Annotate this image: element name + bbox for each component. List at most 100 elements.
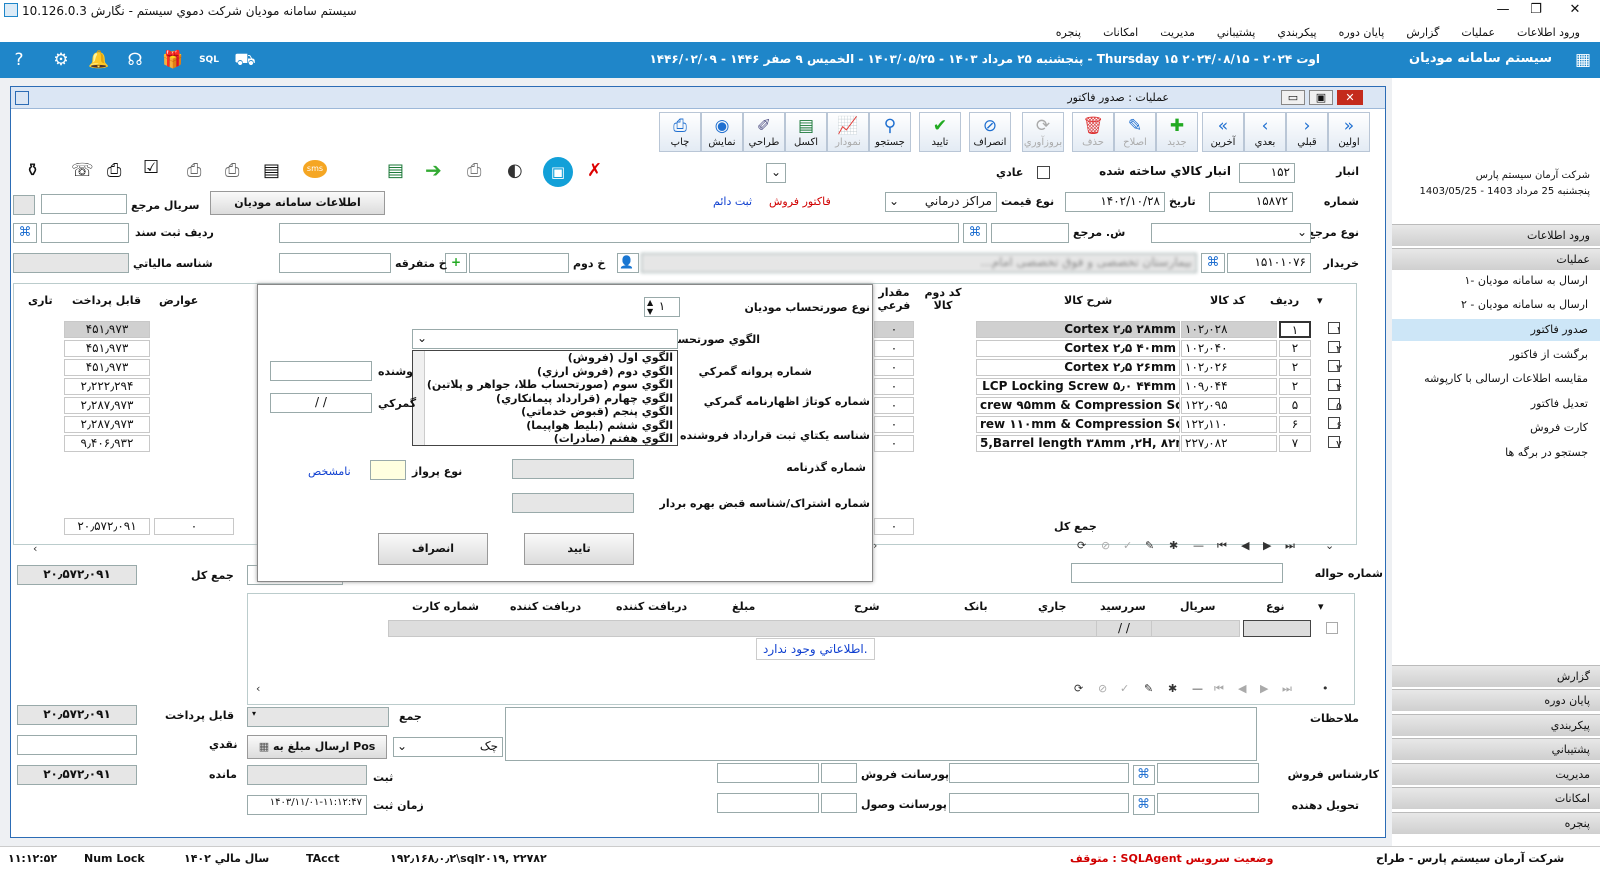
pattern-option[interactable]: الگوي اول (فروش) <box>427 351 673 365</box>
preview-button[interactable]: ◉ نمایش <box>701 112 743 152</box>
asterisk-icon[interactable]: ✱ <box>1168 682 1177 695</box>
row-checkbox[interactable] <box>1328 360 1340 372</box>
grid-icon[interactable]: ▦ <box>1572 49 1594 71</box>
refresh-icon[interactable]: ⟳ <box>1074 682 1083 695</box>
scroll-left-icon[interactable]: ‹ <box>256 682 260 695</box>
tax-id-input[interactable] <box>13 253 129 273</box>
invoice-date-input[interactable]: ۱۴۰۲/۱۰/۲۸ <box>1065 192 1165 212</box>
new-button[interactable]: ✚ جدید <box>1156 112 1198 152</box>
scroll-right-icon[interactable]: › <box>873 539 877 552</box>
menu-item[interactable]: ورود اطلاعات <box>1517 26 1580 39</box>
menu-item[interactable]: گزارش <box>1406 26 1439 39</box>
print-button[interactable]: ⎙ چاپ <box>659 112 701 152</box>
dialog-cancel-button[interactable]: انصراف <box>378 533 488 565</box>
minus-icon[interactable]: — <box>1192 682 1203 695</box>
moadian-info-button[interactable]: اطلاعات سامانه مودیان <box>210 191 385 215</box>
fax-icon[interactable]: ☏ <box>71 160 94 181</box>
description-input[interactable] <box>279 223 959 243</box>
sales-expert-input[interactable] <box>1157 763 1259 783</box>
sidebar-header[interactable]: مدیریت <box>1392 763 1600 785</box>
pattern-option[interactable]: الگوي ششم (بلیط هواپیما) <box>427 419 673 433</box>
sum-select[interactable]: ▾ <box>247 707 389 727</box>
cancel-icon[interactable]: ⊘ <box>1098 682 1107 695</box>
restore-icon[interactable]: ❐ <box>1521 2 1551 17</box>
menu-item[interactable]: عملیات <box>1461 26 1495 39</box>
cancel-button[interactable]: ⊘ انصراف <box>969 112 1011 152</box>
menu-item[interactable]: پشتیباني <box>1217 26 1255 39</box>
prev-record-icon[interactable]: ◀ <box>1241 539 1249 552</box>
pattern-option[interactable]: الگوي پنجم (قبوض خدماتي) <box>427 405 673 419</box>
binoculars-icon[interactable]: ⌘ <box>963 223 987 243</box>
last-button[interactable]: «آخرین <box>1202 112 1244 152</box>
refresh-icon[interactable]: ⟳ <box>1077 539 1086 552</box>
sidebar-item[interactable]: برگشت از فاکتور <box>1392 344 1600 366</box>
pattern-option[interactable]: الگوي چهارم (قرارداد پیمانکاري) <box>427 392 673 406</box>
sidebar-item[interactable]: تعدیل فاکتور <box>1392 393 1600 415</box>
deliverer-input[interactable] <box>1157 793 1259 813</box>
gear-icon[interactable]: ⚙ <box>50 49 72 71</box>
first-record-icon[interactable]: ⏮ <box>1217 539 1227 553</box>
last-record-icon[interactable]: ⏭ <box>1282 682 1292 696</box>
second-buyer-input[interactable] <box>469 253 569 273</box>
check-icon[interactable]: ✓ <box>1120 682 1129 695</box>
row-checkbox[interactable] <box>1328 436 1340 448</box>
bell-icon[interactable]: 🔔 <box>88 49 110 71</box>
prev-record-icon[interactable]: ◀ <box>1238 682 1246 695</box>
window-minimize-icon[interactable]: ▭ <box>1281 90 1305 105</box>
sidebar-header[interactable]: امکانات <box>1392 787 1600 809</box>
ref-serial-button[interactable] <box>13 195 35 215</box>
check-icon[interactable]: ✓ <box>1123 539 1132 552</box>
receipt-commission-amount[interactable] <box>717 793 819 813</box>
row-checkbox[interactable] <box>1326 622 1338 634</box>
design-button[interactable]: ✐ طراحي <box>743 112 785 152</box>
next-record-icon[interactable]: ▶ <box>1260 682 1268 695</box>
type-cell[interactable] <box>1243 620 1311 637</box>
printer-icon[interactable]: ⎙ <box>467 160 481 181</box>
chart-button[interactable]: 📈 نمودار <box>827 112 869 152</box>
dialog-ok-button[interactable]: تایید <box>524 533 634 565</box>
row-checkbox[interactable] <box>1328 341 1340 353</box>
first-record-icon[interactable]: ⏮ <box>1214 682 1224 696</box>
customs-date-input[interactable]: / / <box>270 393 372 413</box>
invoice-pattern-select[interactable]: ⌄ <box>412 329 678 349</box>
notes-textarea[interactable] <box>505 707 1257 761</box>
menu-item[interactable]: پیکربندي <box>1277 26 1316 39</box>
asterisk-icon[interactable]: ✱ <box>1169 539 1178 552</box>
minus-icon[interactable]: — <box>1193 539 1204 552</box>
send-to-pos-button[interactable]: ▦ ارسال مبلغ به Pos <box>247 735 387 759</box>
prev-button[interactable]: › قبلي <box>1286 112 1328 152</box>
minimize-icon[interactable]: — <box>1488 2 1518 17</box>
binoculars-icon[interactable]: ⌘ <box>1133 795 1155 815</box>
no-edit-icon[interactable]: ✗ <box>587 160 602 181</box>
ordinary-checkbox[interactable] <box>1037 166 1050 179</box>
cancel-icon[interactable]: ⊘ <box>1101 539 1110 552</box>
close-icon[interactable]: ✕ <box>1560 2 1590 17</box>
row-checkbox[interactable] <box>1328 417 1340 429</box>
sidebar-header[interactable]: پایان دوره <box>1392 689 1600 711</box>
pattern-option[interactable]: الگوي دوم (فروش ارزي) <box>427 365 673 379</box>
menu-item[interactable]: مدیریت <box>1160 26 1195 39</box>
pencil-icon[interactable]: ✎ <box>1145 539 1154 552</box>
printer-doc-icon[interactable]: ⎙ <box>107 160 121 181</box>
invoice-number-input[interactable]: ۱۵۸۷۲ <box>1209 192 1293 212</box>
next-button[interactable]: ‹ بعدي <box>1244 112 1286 152</box>
delete-button[interactable]: 🗑 حذف <box>1072 112 1114 152</box>
row-checkbox[interactable] <box>1328 379 1340 391</box>
sidebar-item[interactable]: مقایسه اطلاعات ارسالی با کارپوشه <box>1392 368 1600 390</box>
help-icon[interactable]: ? <box>8 49 30 71</box>
chevron-down-icon[interactable]: ⌄ <box>1325 539 1334 552</box>
pencil-icon[interactable]: ✎ <box>1144 682 1153 695</box>
sms-icon[interactable]: sms <box>303 160 327 178</box>
scroll-left-icon[interactable]: ‹ <box>33 542 37 555</box>
truck-icon[interactable]: ⛟ <box>234 49 256 71</box>
document-icon[interactable]: ▣ <box>543 157 573 187</box>
sidebar-header[interactable]: پشتیباني <box>1392 738 1600 760</box>
sidebar-item[interactable]: ارسال به سامانه مودیان - ۲ <box>1392 294 1600 316</box>
multi-doc-icon[interactable]: ▤ <box>263 160 280 181</box>
person-icon[interactable]: 👤 <box>617 253 639 273</box>
binoculars-icon[interactable]: ⌘ <box>1133 765 1155 785</box>
passport-input[interactable] <box>512 459 634 479</box>
sidebar-item-issue-invoice[interactable]: صدور فاکتور <box>1392 319 1600 341</box>
sidebar-header[interactable]: پیکربندي <box>1392 714 1600 736</box>
receipt-commission-input[interactable] <box>821 793 857 813</box>
